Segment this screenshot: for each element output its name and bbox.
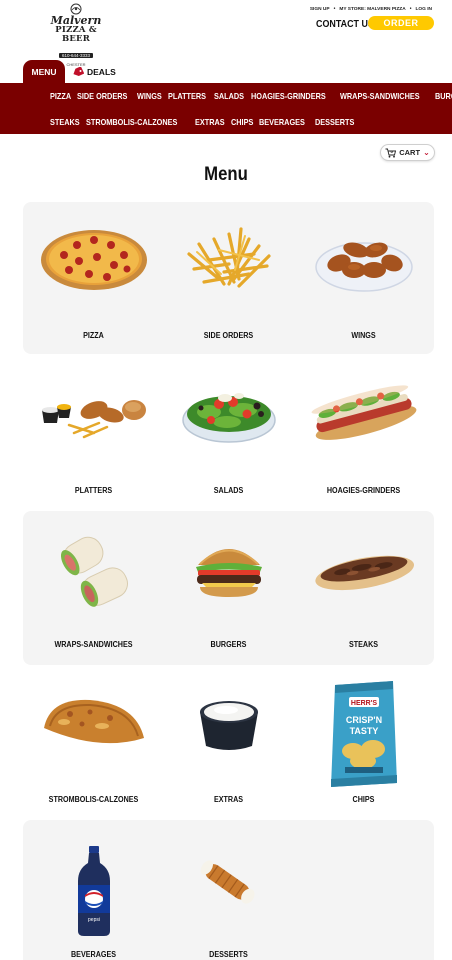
cart-label: CART <box>399 148 421 157</box>
category-card-pizza[interactable]: PIZZA <box>25 202 162 354</box>
nav-item-wings[interactable]: WINGS <box>137 91 162 101</box>
site-logo[interactable]: Malvern PIZZA & BEER 610-644-3333 CHESTE… <box>40 3 112 67</box>
chips-line1-text: CRISP'N <box>345 715 381 725</box>
nav-item-side-orders[interactable]: SIDE ORDERS <box>77 91 127 101</box>
nav-item-pizza[interactable]: PIZZA <box>50 91 71 101</box>
category-card-strombolis-calzones[interactable]: STROMBOLIS-CALZONES <box>25 666 162 816</box>
my-store-link[interactable]: MY STORE: MALVERN PIZZA <box>339 7 405 12</box>
contact-us-link[interactable]: CONTACT US <box>316 18 374 30</box>
menu-row: PIZZA SIDE ORDERS WINGS <box>23 202 434 354</box>
category-card-wraps-sandwiches[interactable]: WRAPS-SANDWICHES <box>25 511 162 665</box>
tab-deals-label: DEALS <box>87 67 116 77</box>
wings-image <box>295 202 432 317</box>
category-label: PIZZA <box>83 331 104 340</box>
category-card-hoagies-grinders[interactable]: HOAGIES-GRINDERS <box>295 357 432 507</box>
nav-item-strombolis-calzones[interactable]: STROMBOLIS-CALZONES <box>86 117 177 127</box>
category-nav: PIZZA SIDE ORDERS WINGS PLATTERS SALADS … <box>0 83 452 134</box>
platter-image <box>25 357 162 472</box>
cart-icon: 0 <box>385 148 397 158</box>
nav-item-wraps-sandwiches[interactable]: WRAPS-SANDWICHES <box>340 91 420 101</box>
calzone-image <box>25 666 162 781</box>
nav-item-desserts[interactable]: DESSERTS <box>315 117 354 127</box>
category-card-extras[interactable]: EXTRAS <box>160 666 297 816</box>
category-card-wings[interactable]: WINGS <box>295 202 432 354</box>
menu-row: WRAPS-SANDWICHES BURGERS STEAKS <box>23 511 434 665</box>
nav-item-extras[interactable]: EXTRAS <box>195 117 225 127</box>
category-label: BURGERS <box>210 640 247 649</box>
nav-item-hoagies-grinders[interactable]: HOAGIES-GRINDERS <box>251 91 326 101</box>
salad-image <box>160 357 297 472</box>
login-link[interactable]: LOG IN <box>415 7 432 12</box>
steak-image <box>295 511 432 626</box>
category-nav-row: PIZZA SIDE ORDERS WINGS PLATTERS SALADS … <box>50 83 452 109</box>
menu-row: pepsi BEVERAGES DESSERTS <box>23 820 434 960</box>
category-label: SIDE ORDERS <box>203 331 254 340</box>
category-card-salads[interactable]: SALADS <box>160 357 297 507</box>
soda-bottle-image: pepsi <box>25 845 162 937</box>
nav-item-platters[interactable]: PLATTERS <box>168 91 206 101</box>
logo-main-text: PIZZA & BEER <box>55 25 97 44</box>
page-title: Menu <box>204 164 248 185</box>
category-card-platters[interactable]: PLATTERS <box>25 357 162 507</box>
chevron-down-icon: ⌄ <box>423 148 430 157</box>
category-label: EXTRAS <box>213 795 244 804</box>
category-card-beverages[interactable]: pepsi BEVERAGES <box>25 820 162 960</box>
nav-item-beverages[interactable]: BEVERAGES <box>259 117 305 127</box>
fries-image <box>160 202 297 317</box>
cannoli-image <box>160 838 297 928</box>
category-label: WRAPS-SANDWICHES <box>54 640 133 649</box>
nav-item-salads[interactable]: SALADS <box>214 91 244 101</box>
site-header: Malvern PIZZA & BEER 610-644-3333 CHESTE… <box>0 0 452 67</box>
category-card-side-orders[interactable]: SIDE ORDERS <box>160 202 297 354</box>
category-label: HOAGIES-GRINDERS <box>326 486 401 495</box>
category-label: BEVERAGES <box>70 950 117 959</box>
nav-item-chips[interactable]: CHIPS <box>231 117 253 127</box>
tab-deals[interactable]: DEALS <box>72 66 116 78</box>
category-label: WINGS <box>351 331 376 340</box>
hoagie-image <box>295 357 432 472</box>
category-card-steaks[interactable]: STEAKS <box>295 511 432 665</box>
separator-dot: • <box>409 6 412 12</box>
category-nav-row: STEAKS STROMBOLIS-CALZONES EXTRAS CHIPS … <box>50 109 442 135</box>
chips-bag-image: HERR'S CRISP'N TASTY <box>295 676 432 791</box>
pizza-image <box>25 202 162 317</box>
category-label: STROMBOLIS-CALZONES <box>48 795 139 804</box>
category-label: DESSERTS <box>209 950 248 959</box>
wrap-image <box>25 511 162 626</box>
menu-row: PLATTERS SALADS HOAGIES-GRINDERS <box>23 357 434 507</box>
nav-item-burgers[interactable]: BURGERS <box>435 91 452 101</box>
menu-row: STROMBOLIS-CALZONES EXTRAS HERR'S CRISP'… <box>23 666 434 816</box>
deals-tag-icon <box>73 67 84 77</box>
signup-link[interactable]: SIGN UP <box>310 7 330 12</box>
cart-button[interactable]: 0 CART ⌄ <box>380 144 435 161</box>
tab-menu[interactable]: MENU <box>23 60 65 83</box>
separator-dot: • <box>333 6 336 12</box>
category-card-desserts[interactable]: DESSERTS <box>160 820 297 960</box>
category-label: CHIPS <box>352 795 375 804</box>
burger-image <box>160 511 297 626</box>
nav-item-steaks[interactable]: STEAKS <box>50 117 80 127</box>
category-card-chips[interactable]: HERR'S CRISP'N TASTY CHIPS <box>295 666 432 816</box>
category-label: STEAKS <box>348 640 379 649</box>
top-links: SIGN UP • MY STORE: MALVERN PIZZA • LOG … <box>310 6 432 12</box>
logo-phone: 610-644-3333 <box>58 53 94 58</box>
category-card-burgers[interactable]: BURGERS <box>160 511 297 665</box>
category-label: SALADS <box>213 486 244 495</box>
chips-line2-text: TASTY <box>349 726 378 736</box>
soda-brand-text: pepsi <box>88 917 100 923</box>
chips-brand-text: HERR'S <box>350 700 376 707</box>
sauce-cup-image <box>160 666 297 781</box>
order-button[interactable]: ORDER <box>368 16 434 30</box>
category-label: PLATTERS <box>74 486 113 495</box>
